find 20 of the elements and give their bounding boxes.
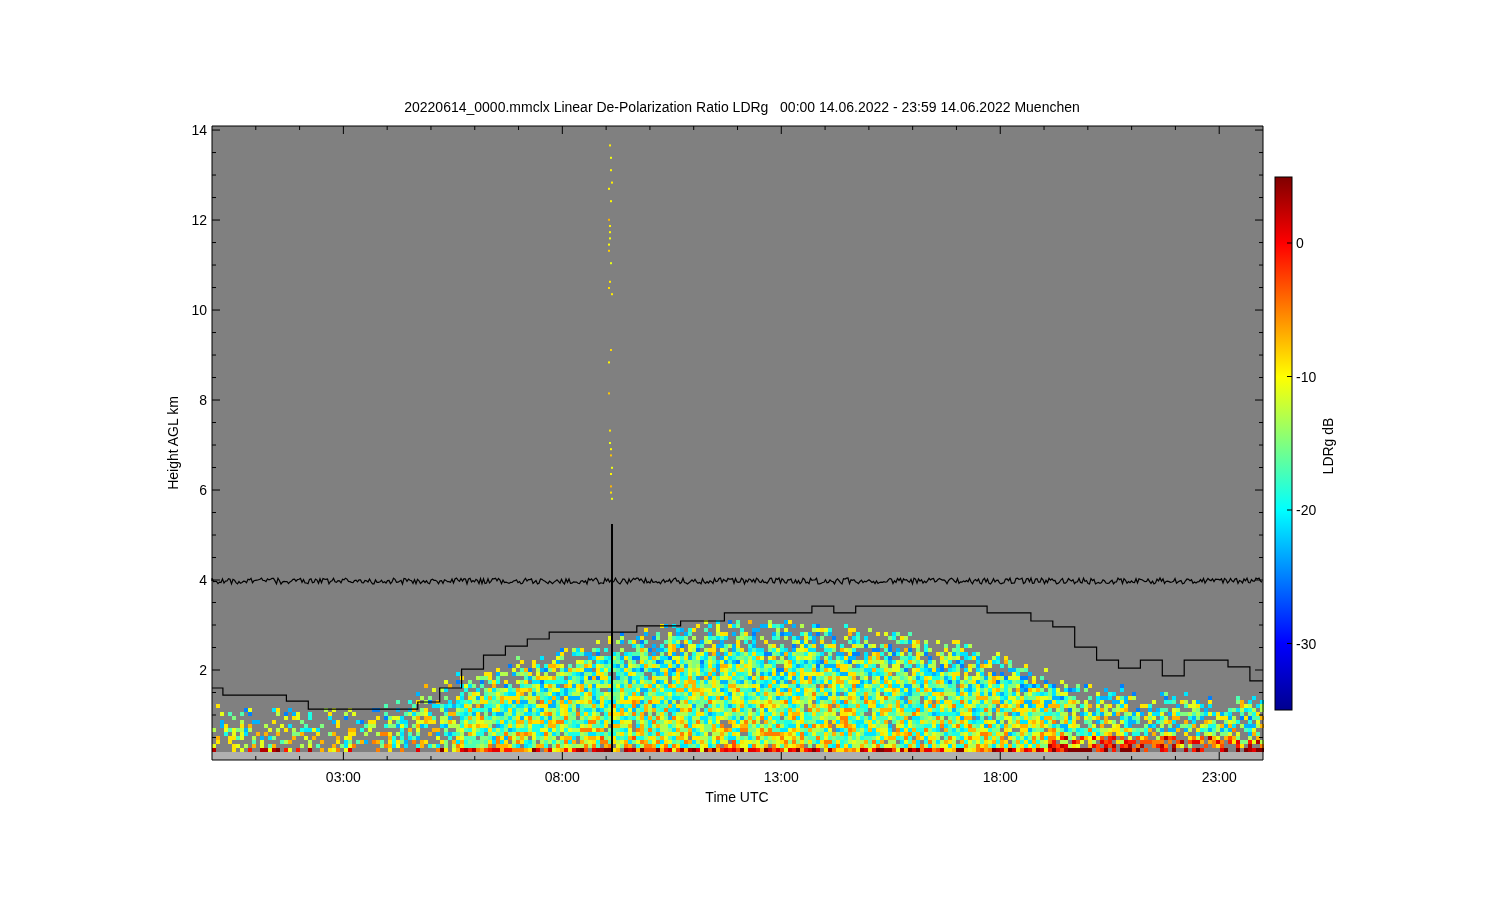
y-tick-label: 4: [199, 572, 207, 588]
x-tick-label: 13:00: [763, 769, 799, 785]
colorbar-label: LDRg dB: [1320, 417, 1336, 475]
y-tick-label: 10: [191, 302, 207, 319]
y-tick-label: 8: [199, 392, 207, 409]
colorbar-tick-label: -30: [1296, 635, 1317, 652]
y-tick-label: 6: [199, 482, 207, 498]
colorbar-tick-label: -10: [1296, 368, 1317, 385]
x-tick-label: 08:00: [544, 769, 580, 785]
x-tick-label: 18:00: [982, 769, 1018, 785]
x-tick-label: 23:00: [1201, 769, 1237, 785]
x-tick-label: 03:00: [325, 769, 361, 785]
x-axis-label: Time UTC: [705, 789, 769, 805]
colorbar-tick-label: -20: [1296, 502, 1317, 518]
y-axis-label: Height AGL km: [165, 396, 181, 490]
y-tick-label: 12: [191, 212, 207, 229]
colorbar-tick-label: 0: [1296, 235, 1304, 251]
chart-title: 20220614_0000.mmclx Linear De-Polarization Ratio LDRg 00:00 14.06.2022 - 23:59 14.06.2022 Muenchen: [404, 99, 1080, 115]
y-tick-label: 14: [191, 122, 207, 139]
y-tick-label: 2: [199, 662, 207, 678]
